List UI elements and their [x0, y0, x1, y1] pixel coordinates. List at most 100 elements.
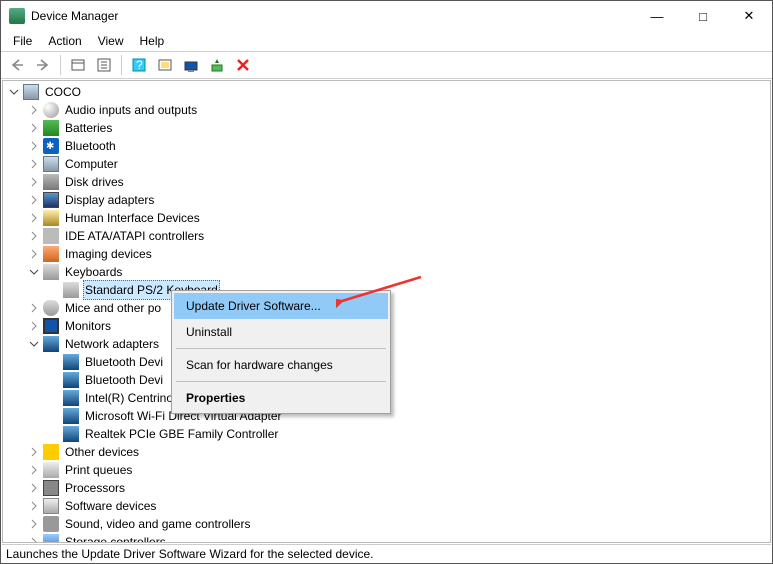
tree-root[interactable]: COCO: [3, 83, 770, 101]
menu-view[interactable]: View: [90, 32, 132, 50]
expander-spacer: [47, 373, 61, 387]
expand-icon[interactable]: [27, 175, 41, 189]
tree-item-label: Bluetooth Devi: [83, 353, 165, 371]
hid-icon: [43, 210, 59, 226]
tree-category[interactable]: Software devices: [3, 497, 770, 515]
collapse-icon[interactable]: [27, 337, 41, 351]
battery-icon: [43, 120, 59, 136]
tree-category[interactable]: Batteries: [3, 119, 770, 137]
expand-icon[interactable]: [27, 193, 41, 207]
tree-category[interactable]: Disk drives: [3, 173, 770, 191]
properties-button[interactable]: [92, 53, 116, 77]
expander-spacer: [47, 409, 61, 423]
other-icon: [43, 444, 59, 460]
menu-action[interactable]: Action: [40, 32, 89, 50]
expand-icon[interactable]: [27, 319, 41, 333]
expander-spacer: [47, 283, 61, 297]
tree-item-label: IDE ATA/ATAPI controllers: [63, 227, 206, 245]
update-driver-button[interactable]: [179, 53, 203, 77]
tree-item-label: Imaging devices: [63, 245, 154, 263]
tree-item-label: Batteries: [63, 119, 114, 137]
expander-spacer: [47, 391, 61, 405]
context-menu-item[interactable]: Uninstall: [174, 319, 388, 345]
window-title: Device Manager: [31, 9, 634, 23]
help-button[interactable]: ?: [127, 53, 151, 77]
expand-icon[interactable]: [27, 157, 41, 171]
status-bar: Launches the Update Driver Software Wiza…: [2, 544, 771, 563]
context-menu-separator: [176, 348, 386, 349]
expand-icon[interactable]: [27, 517, 41, 531]
expand-icon[interactable]: [27, 499, 41, 513]
titlebar: Device Manager — □ ✕: [1, 1, 772, 31]
keyboard-icon: [43, 264, 59, 280]
generic-icon: [43, 498, 59, 514]
expander-spacer: [47, 427, 61, 441]
tree-item-label: Display adapters: [63, 191, 156, 209]
expand-icon[interactable]: [27, 103, 41, 117]
mouse-icon: [43, 300, 59, 316]
ide-icon: [43, 228, 59, 244]
app-icon: [9, 8, 25, 24]
expand-icon[interactable]: [27, 139, 41, 153]
toolbar: ?: [1, 51, 772, 79]
tree-category[interactable]: Human Interface Devices: [3, 209, 770, 227]
delete-button[interactable]: [231, 53, 255, 77]
tree-item-label: Storage controllers: [63, 533, 168, 542]
context-menu-item[interactable]: Scan for hardware changes: [174, 352, 388, 378]
uninstall-button[interactable]: [205, 53, 229, 77]
tree-category[interactable]: Keyboards: [3, 263, 770, 281]
net-icon: [63, 408, 79, 424]
forward-button[interactable]: [31, 53, 55, 77]
audio-icon: [43, 102, 59, 118]
tree-category[interactable]: Processors: [3, 479, 770, 497]
context-menu-item[interactable]: Update Driver Software...: [174, 293, 388, 319]
scan-button[interactable]: [153, 53, 177, 77]
expand-icon[interactable]: [27, 481, 41, 495]
expand-icon[interactable]: [27, 463, 41, 477]
net-icon: [63, 372, 79, 388]
imaging-icon: [43, 246, 59, 262]
tree-item-label: Bluetooth: [63, 137, 118, 155]
tree-category[interactable]: Audio inputs and outputs: [3, 101, 770, 119]
tree-category[interactable]: Computer: [3, 155, 770, 173]
tree-category[interactable]: Imaging devices: [3, 245, 770, 263]
tree-category[interactable]: Print queues: [3, 461, 770, 479]
tree-item-label: Network adapters: [63, 335, 161, 353]
minimize-button[interactable]: —: [634, 1, 680, 31]
expand-icon[interactable]: [27, 247, 41, 261]
monitor-icon: [43, 318, 59, 334]
tree-item-label: Human Interface Devices: [63, 209, 202, 227]
maximize-button[interactable]: □: [680, 1, 726, 31]
tree-category[interactable]: Other devices: [3, 443, 770, 461]
tree-item-label: COCO: [43, 83, 83, 101]
tree-category[interactable]: IDE ATA/ATAPI controllers: [3, 227, 770, 245]
tree-category[interactable]: Display adapters: [3, 191, 770, 209]
printer-icon: [43, 462, 59, 478]
computer-icon: [43, 156, 59, 172]
toolbar-separator: [60, 55, 61, 75]
cpu-icon: [43, 480, 59, 496]
context-menu-item[interactable]: Properties: [174, 385, 388, 411]
close-button[interactable]: ✕: [726, 1, 772, 31]
tree-category[interactable]: Storage controllers: [3, 533, 770, 542]
expand-icon[interactable]: [27, 535, 41, 542]
tree-item-label: Bluetooth Devi: [83, 371, 165, 389]
collapse-icon[interactable]: [27, 265, 41, 279]
tree-item-label: Audio inputs and outputs: [63, 101, 199, 119]
expand-icon[interactable]: [27, 121, 41, 135]
expand-icon[interactable]: [27, 211, 41, 225]
show-hidden-button[interactable]: [66, 53, 90, 77]
tree-item-label: Disk drives: [63, 173, 126, 191]
net-icon: [63, 354, 79, 370]
menu-help[interactable]: Help: [132, 32, 173, 50]
expand-icon[interactable]: [27, 445, 41, 459]
menu-file[interactable]: File: [5, 32, 40, 50]
collapse-icon[interactable]: [7, 85, 21, 99]
tree-category[interactable]: Sound, video and game controllers: [3, 515, 770, 533]
menubar: File Action View Help: [1, 31, 772, 51]
expand-icon[interactable]: [27, 301, 41, 315]
back-button[interactable]: [5, 53, 29, 77]
expand-icon[interactable]: [27, 229, 41, 243]
tree-category[interactable]: Bluetooth: [3, 137, 770, 155]
tree-device[interactable]: Realtek PCIe GBE Family Controller: [3, 425, 770, 443]
